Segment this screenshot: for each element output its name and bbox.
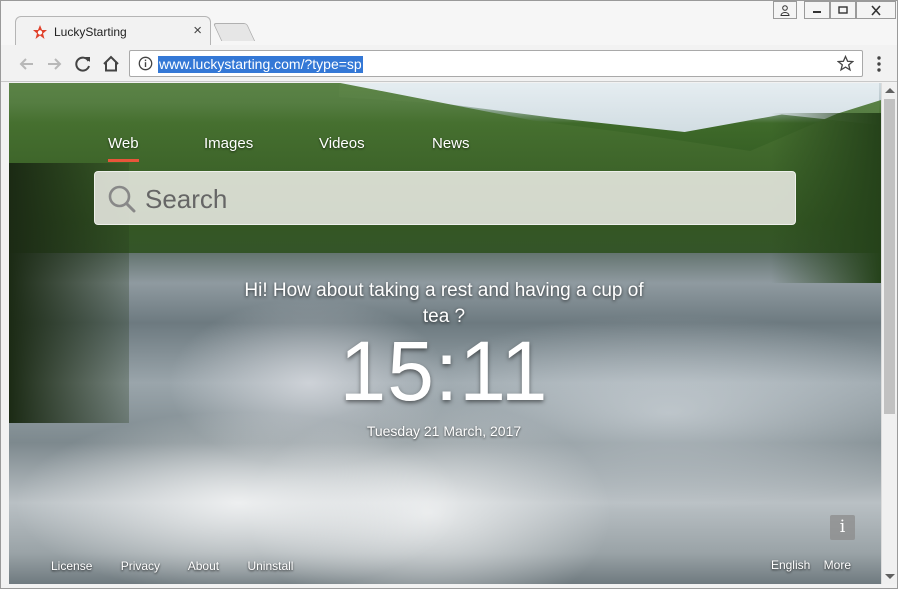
clock-time: 15:11 <box>339 324 549 418</box>
more-link[interactable]: More <box>824 558 851 572</box>
info-circle-icon[interactable] <box>138 56 153 71</box>
footer-privacy-link[interactable]: Privacy <box>121 559 160 573</box>
maximize-button[interactable] <box>830 1 856 19</box>
footer-uninstall-link[interactable]: Uninstall <box>247 559 293 573</box>
search-icon[interactable] <box>107 184 137 214</box>
image-info-button[interactable]: i <box>830 515 855 540</box>
page-viewport: Web Images Videos News Hi! How about tak… <box>9 83 881 584</box>
star-icon[interactable] <box>837 55 854 72</box>
browser-tab[interactable]: LuckyStarting × <box>15 16 211 46</box>
footer-right-links: English More <box>761 558 851 572</box>
forward-arrow-icon[interactable] <box>43 53 65 75</box>
language-selector[interactable]: English <box>771 558 810 572</box>
back-arrow-icon[interactable] <box>16 53 38 75</box>
footer-about-link[interactable]: About <box>188 559 219 573</box>
scroll-down-arrow-icon[interactable] <box>885 574 895 579</box>
title-bar: LuckyStarting × <box>1 1 897 46</box>
close-icon <box>871 5 881 16</box>
restore-icon <box>838 6 848 14</box>
profile-button[interactable] <box>773 1 797 19</box>
close-window-button[interactable] <box>856 1 896 19</box>
footer-license-link[interactable]: License <box>51 559 92 573</box>
home-icon[interactable] <box>100 53 122 75</box>
search-box[interactable] <box>94 171 796 225</box>
reload-icon[interactable] <box>72 53 94 75</box>
minimize-icon <box>813 11 821 13</box>
tab-videos[interactable]: Videos <box>319 135 365 152</box>
tab-web[interactable]: Web <box>108 135 139 162</box>
minimize-button[interactable] <box>804 1 830 19</box>
tab-images[interactable]: Images <box>204 135 253 152</box>
page-scrollbar[interactable] <box>881 83 897 584</box>
browser-toolbar: www.luckystarting.com/?type=sp <box>1 45 897 82</box>
new-tab-button[interactable] <box>212 23 256 41</box>
footer-links: License Privacy About Uninstall <box>51 559 318 573</box>
clock-date: Tuesday 21 March, 2017 <box>366 423 522 439</box>
tab-close-icon[interactable]: × <box>193 22 202 40</box>
user-icon <box>780 5 790 16</box>
tab-title: LuckyStarting <box>54 25 127 39</box>
scroll-thumb[interactable] <box>884 99 895 414</box>
search-input[interactable] <box>145 180 785 218</box>
address-bar[interactable]: www.luckystarting.com/?type=sp <box>129 50 863 77</box>
lucky-starting-logo-icon <box>33 25 47 39</box>
url-text[interactable]: www.luckystarting.com/?type=sp <box>158 56 363 73</box>
tab-news[interactable]: News <box>432 135 470 152</box>
browser-window: LuckyStarting × www.luckystarting.com/?t… <box>0 0 898 589</box>
scroll-up-arrow-icon[interactable] <box>885 88 895 93</box>
kebab-menu-icon[interactable] <box>873 54 885 74</box>
